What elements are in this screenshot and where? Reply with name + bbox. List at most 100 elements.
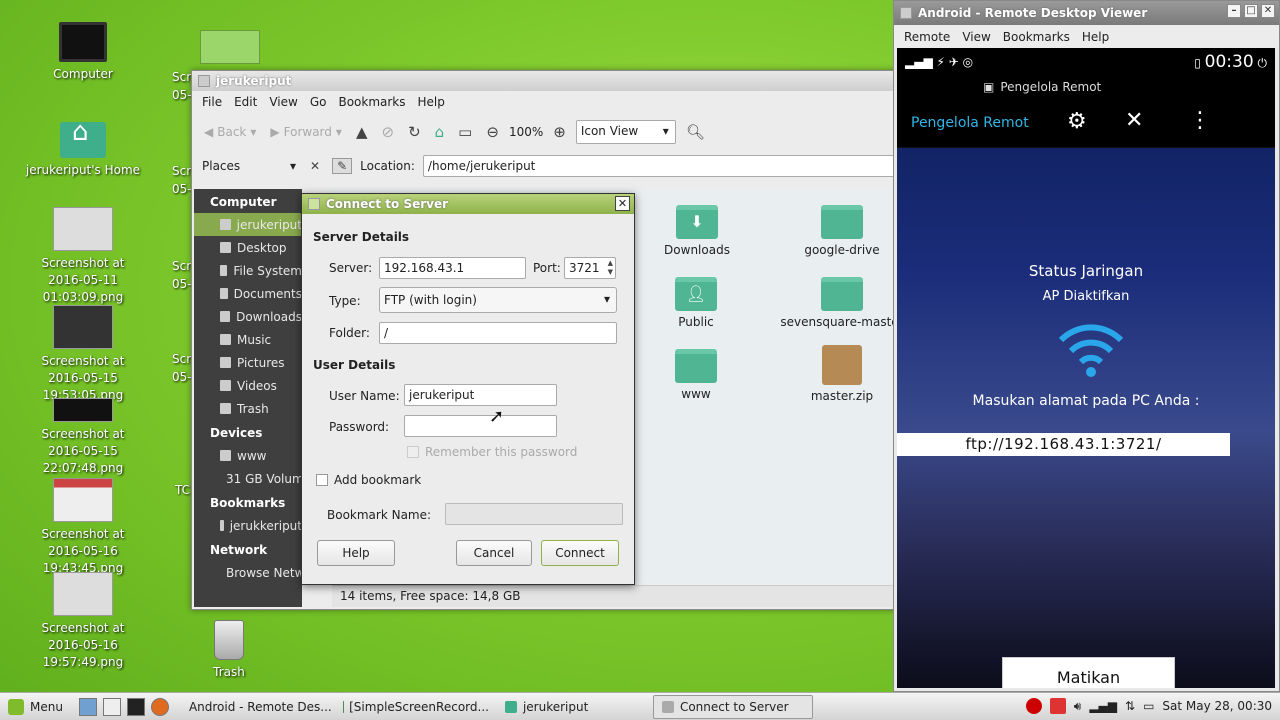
wifi-tray-icon[interactable]: ▂▄▆ [1089,699,1117,713]
view-mode-select[interactable]: Icon View [575,120,676,144]
sidebar-item-filesystem[interactable]: File System [194,259,302,282]
desktop-icon-screenshot-1[interactable]: Screenshot at 2016-05-11 01:03:09.png [23,207,143,306]
menu-go[interactable]: Go [304,95,333,109]
stop-server-button[interactable]: Matikan [1002,657,1175,688]
connect-button[interactable]: Connect [541,540,619,566]
battery-tray-icon[interactable]: ▭ [1143,699,1154,713]
menu-remote[interactable]: Remote [898,30,956,44]
close-button[interactable]: ✕ [1261,4,1275,18]
sidebar-item-videos[interactable]: Videos [194,374,302,397]
menu-help[interactable]: Help [412,95,451,109]
search-icon[interactable]: 🔍︎ [682,123,709,141]
username-label: User Name: [329,389,400,403]
task-screen-recorder[interactable]: [SimpleScreenRecord... [335,695,497,719]
task-connect-to-server[interactable]: Connect to Server [652,694,813,719]
sidebar-item-bookmark[interactable]: jerukkeriput [194,514,302,537]
menu-view[interactable]: View [263,95,303,109]
server-input[interactable]: 192.168.43.1 [379,257,526,279]
sidebar-item-trash[interactable]: Trash [194,397,302,420]
sidebar-item-home[interactable]: jerukeriput [194,213,302,236]
network-tray-icon[interactable]: ⇅ [1125,699,1135,713]
sidebar-item-desktop[interactable]: Desktop [194,236,302,259]
desktop-icon-label: Screenshot at 2016-05-15 22:07:48.png [41,427,125,475]
file-manager-titlebar[interactable]: jerukeriput – □ ✕ [192,71,946,91]
back-button[interactable]: ◀ Back ▾ [200,125,260,139]
remote-viewer-titlebar[interactable]: Android - Remote Desktop Viewer – □ ✕ [894,1,1279,25]
zoom-out-icon[interactable]: ⊖ [482,123,503,141]
task-remote-viewer[interactable]: Android - Remote Des... [175,695,335,719]
edit-location-icon[interactable]: ✎ [332,158,353,174]
window-icon [900,7,912,19]
sidebar-item-documents[interactable]: Documents [194,282,302,305]
sidebar-item-music[interactable]: Music [194,328,302,351]
forward-button[interactable]: ▶ Forward ▾ [266,125,346,139]
file-item[interactable]: 👤︎ Public [631,277,761,329]
file-item[interactable]: ⬇ Downloads [632,205,762,257]
places-select[interactable]: Places [198,159,298,173]
remember-password-checkbox[interactable] [407,446,419,458]
sidebar-item-www[interactable]: www [194,444,302,467]
cancel-button[interactable]: Cancel [456,540,532,566]
task-file-manager[interactable]: jerukeriput [497,695,653,719]
location-input[interactable]: /home/jerukeriput ⌫ [422,155,940,177]
bookmark-name-input[interactable] [445,503,623,525]
sidebar-item-volume[interactable]: 31 GB Volume [194,467,302,490]
settings-gear-icon[interactable]: ⚙ [1067,109,1087,134]
menu-edit[interactable]: Edit [228,95,263,109]
sidebar-item-downloads[interactable]: Downloads [194,305,302,328]
show-desktop-icon[interactable] [78,697,97,716]
port-stepper[interactable]: 3721 ▲ ▼ [564,257,616,279]
phone-screen[interactable]: ▂▄▆ ⚡ ✈ ◎ ▯ 00:30 ⏻ ▣ Pengelola Remot Pe… [897,48,1275,688]
menu-file[interactable]: File [196,95,228,109]
file-item[interactable]: sevensquare-master [777,277,907,329]
desktop-icon-home[interactable]: jerukeriput's Home [23,122,143,179]
home-icon[interactable]: ⌂ [431,123,449,141]
username-input[interactable]: jerukeriput [404,384,557,406]
desktop-icon-trash[interactable]: Trash [169,620,289,681]
up-icon[interactable]: ▲ [352,123,372,141]
connect-to-server-dialog[interactable]: Connect to Server ✕ Server Details Serve… [301,193,635,585]
desktop-icon-screenshot-5[interactable]: Screenshot at 2016-05-16 19:57:49.png [23,572,143,671]
file-manager-icon[interactable] [102,697,121,716]
stop-icon[interactable]: ⊘ [377,123,398,141]
menu-help[interactable]: Help [1076,30,1115,44]
terminal-icon[interactable] [126,697,145,716]
dialog-titlebar[interactable]: Connect to Server ✕ [302,194,634,214]
desktop-icon-computer[interactable]: Computer [23,22,143,83]
close-button[interactable]: ✕ [615,196,630,211]
desktop-icon-screenshot-3[interactable]: Screenshot at 2016-05-15 22:07:48.png [23,398,143,477]
minimize-button[interactable]: – [1227,4,1241,18]
desktop-icon-screenshot-4[interactable]: Screenshot at 2016-05-16 19:43:45.png [23,478,143,577]
maximize-button[interactable]: □ [1244,4,1258,18]
record-icon[interactable] [1025,698,1042,714]
close-icon[interactable]: ✕ [1125,108,1143,133]
menu-bookmarks[interactable]: Bookmarks [332,95,411,109]
add-bookmark-checkbox[interactable] [316,474,328,486]
close-sidebar-icon[interactable]: ✕ [306,159,324,173]
more-vertical-icon[interactable]: ⋮ [1189,108,1211,133]
help-button[interactable]: Help [317,540,395,566]
reload-icon[interactable]: ↻ [404,123,425,141]
password-input[interactable] [404,415,557,437]
folder-input[interactable]: / [379,322,617,344]
desktop-icon-screenshot-2[interactable]: Screenshot at 2016-05-15 19:53:05.png [23,305,143,404]
sidebar-item-network[interactable]: Browse Network [194,561,302,584]
sidebar-item-pictures[interactable]: Pictures [194,351,302,374]
start-menu-button[interactable]: Menu [0,698,73,715]
desktop-icon-partial[interactable] [200,30,260,64]
menu-bookmarks[interactable]: Bookmarks [997,30,1076,44]
spin-arrows-icon[interactable]: ▲ ▼ [608,259,613,277]
volume-icon[interactable]: 🔊︎ [1074,699,1082,714]
shield-icon[interactable] [1049,698,1066,714]
computer-icon[interactable]: ▭ [454,123,476,141]
type-select[interactable]: FTP (with login) [379,287,617,313]
file-item[interactable]: google-drive [777,205,907,257]
file-item[interactable]: master.zip [777,345,907,403]
sidebar-heading: Network [210,543,268,557]
file-item[interactable]: www [631,349,761,401]
menu-view[interactable]: View [956,30,996,44]
firefox-icon[interactable] [150,697,169,716]
signal-icon: ▂▄▆ ⚡ ✈ ◎ [905,55,974,69]
zoom-in-icon[interactable]: ⊕ [549,123,570,141]
remote-viewer-window[interactable]: Android - Remote Desktop Viewer – □ ✕ Re… [893,0,1280,692]
